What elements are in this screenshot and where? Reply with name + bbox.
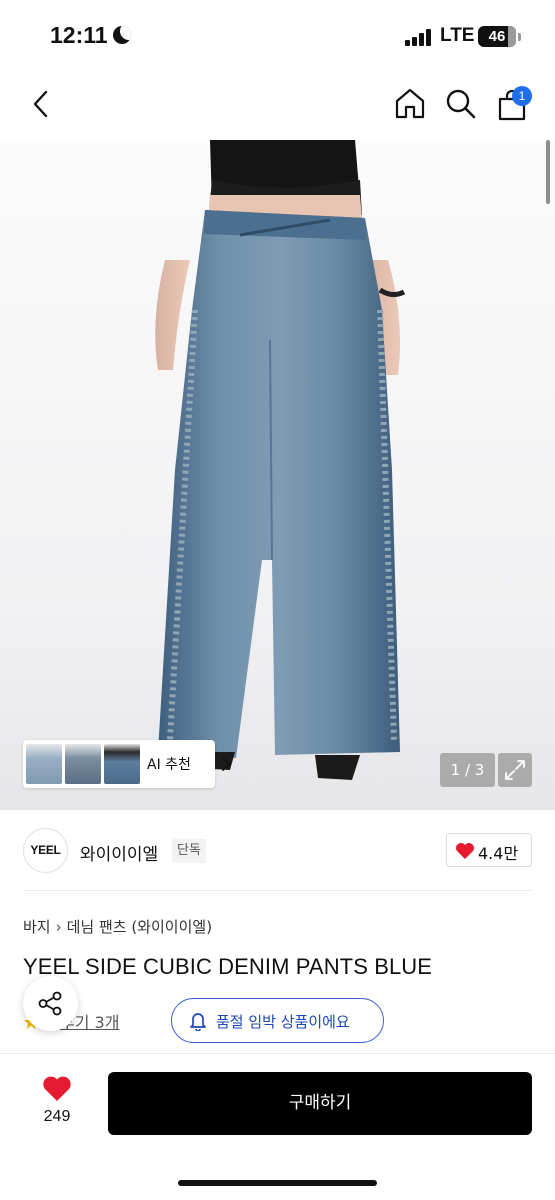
thumbnail-3[interactable]: [104, 744, 140, 784]
stock-alert-text: 품절 임박 상품이에요: [216, 1013, 350, 1031]
bell-icon: [190, 1013, 206, 1031]
heart-icon: [456, 843, 474, 859]
breadcrumb-item-denim[interactable]: 데님 팬츠 (와이이이엘): [67, 916, 212, 937]
home-icon[interactable]: [393, 86, 427, 120]
network-label: LTE: [440, 25, 475, 46]
thumbnail-1[interactable]: [26, 744, 62, 784]
denim-pants-photo: [155, 140, 406, 780]
buy-button[interactable]: 구매하기: [108, 1072, 532, 1135]
signal-icon: [405, 29, 433, 46]
breadcrumb: 바지 › 데님 팬츠 (와이이이엘): [23, 916, 212, 937]
like-button[interactable]: [42, 1075, 72, 1102]
chevron-right-icon: [222, 757, 231, 771]
exclusive-badge: 단독: [172, 839, 206, 863]
chevron-right-icon: ›: [55, 918, 62, 936]
battery-level: 46: [488, 28, 506, 45]
breadcrumb-item-pants[interactable]: 바지: [23, 916, 51, 937]
status-bar: 12:11 LTE 46: [0, 0, 555, 72]
share-button[interactable]: [23, 976, 78, 1031]
back-button[interactable]: [28, 88, 54, 120]
product-title: YEEL SIDE CUBIC DENIM PANTS BLUE: [23, 954, 433, 979]
share-icon: [38, 991, 62, 1016]
battery-icon: 46: [478, 26, 516, 47]
brand-logo[interactable]: YEEL: [23, 828, 68, 873]
ai-recommend-button[interactable]: AI 추천: [23, 740, 231, 788]
like-count: 249: [43, 1108, 71, 1125]
battery-nub: [518, 33, 521, 41]
cart-badge: 1: [512, 86, 532, 106]
home-indicator: [178, 1180, 377, 1186]
scroll-indicator: [546, 140, 550, 204]
moon-icon: [113, 26, 131, 44]
expand-icon: [505, 760, 525, 780]
image-counter: 1 / 3: [440, 753, 495, 787]
status-time: 12:11: [50, 22, 108, 48]
search-icon[interactable]: [444, 87, 478, 121]
expand-button[interactable]: [498, 753, 532, 787]
ai-recommend-label: AI 추천: [147, 757, 191, 773]
product-image[interactable]: [0, 140, 555, 810]
brand-like-count: 4.4만: [478, 844, 519, 863]
thumbnail-2[interactable]: [65, 744, 101, 784]
divider: [23, 890, 532, 891]
brand-name[interactable]: 와이이이엘: [80, 840, 158, 865]
